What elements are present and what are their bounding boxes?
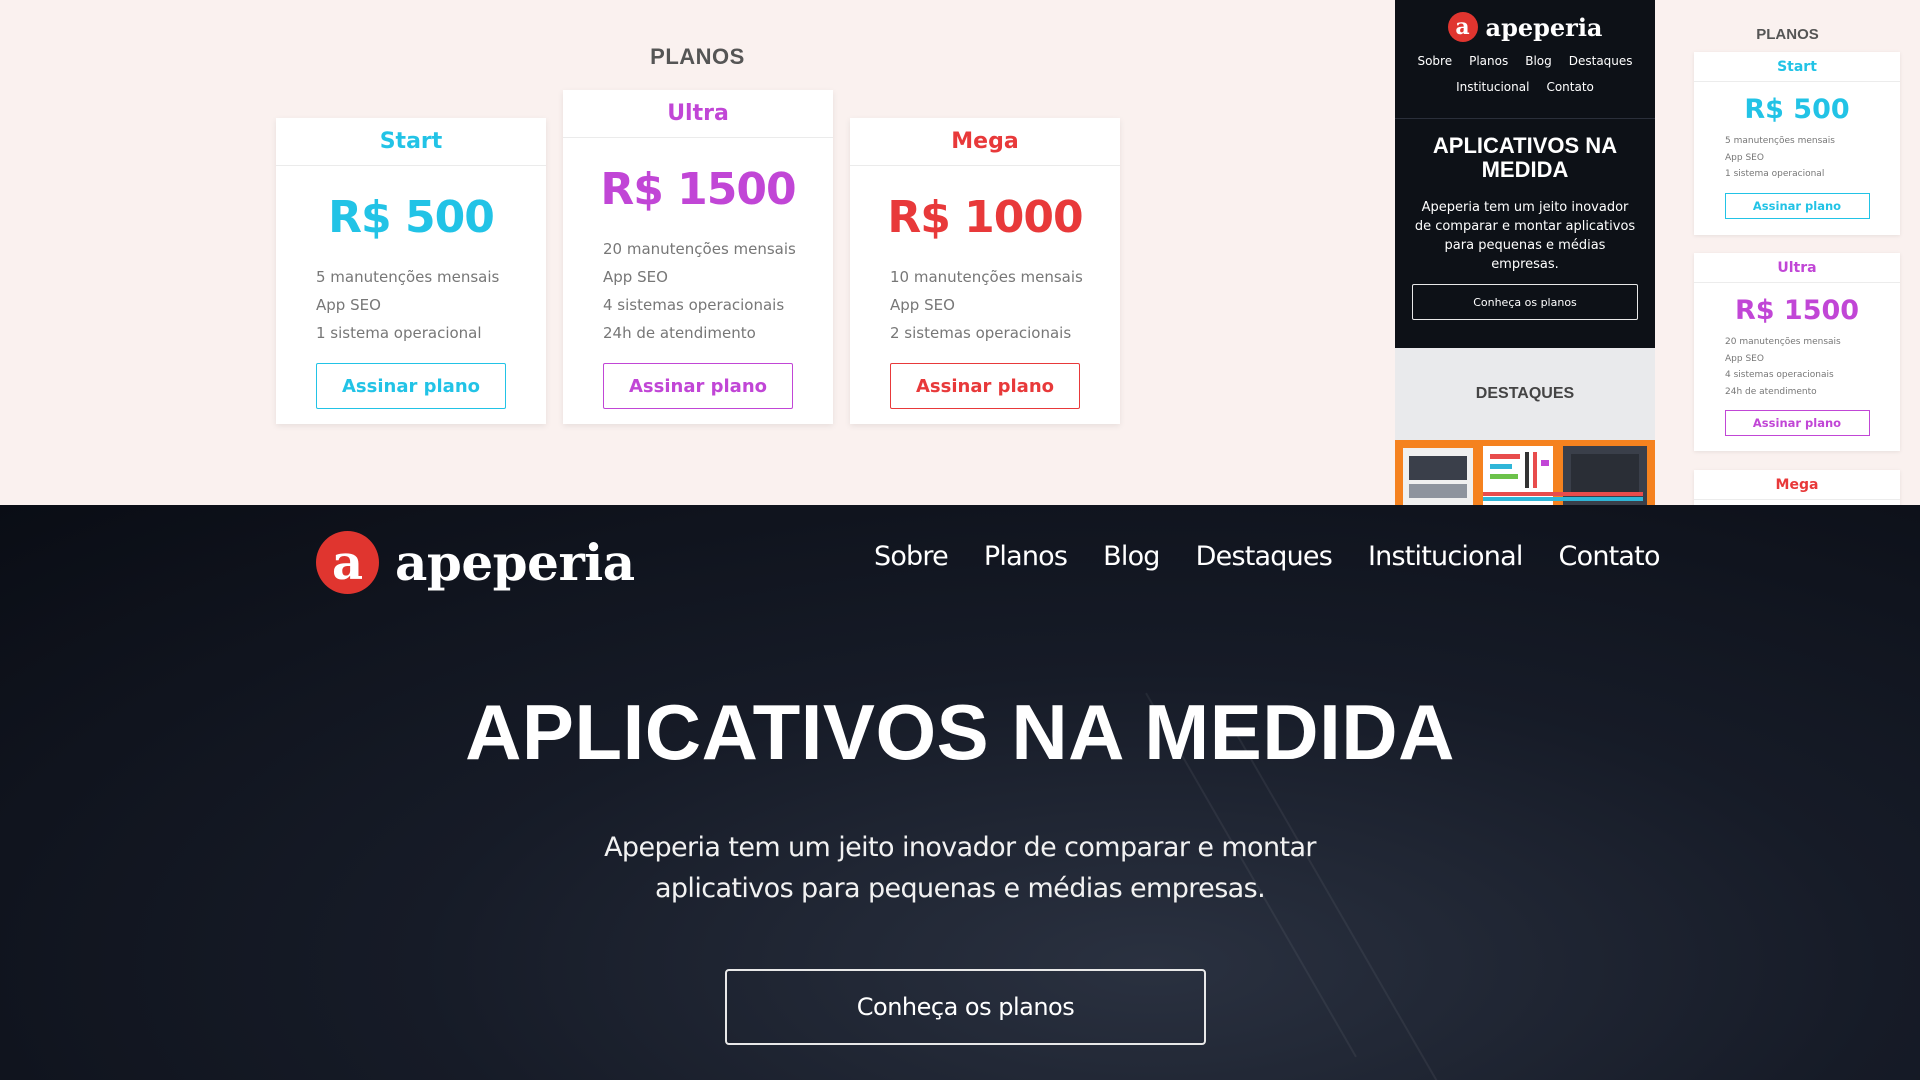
plan-card-start: Start R$ 500 5 manutenções mensais App S… bbox=[1694, 52, 1900, 235]
plan-price: R$ 1000 bbox=[887, 192, 1083, 243]
mobile-logo[interactable]: a apeperia bbox=[1395, 12, 1655, 42]
plan-price: R$ 1500 bbox=[600, 164, 796, 215]
mobile-pricing-preview: PLANOS Start R$ 500 5 manutenções mensai… bbox=[1655, 0, 1920, 505]
mobile-cta-button[interactable]: Conheça os planos bbox=[1412, 284, 1638, 320]
plan-name: Ultra bbox=[1694, 253, 1900, 283]
nav-item-sobre[interactable]: Sobre bbox=[874, 541, 949, 572]
subscribe-button-ultra[interactable]: Assinar plano bbox=[1724, 410, 1870, 436]
plan-features: 5 manutenções mensais App SEO 1 sistema … bbox=[1725, 133, 1900, 183]
subscribe-button-start[interactable]: Assinar plano bbox=[1724, 192, 1870, 219]
plan-name: Mega bbox=[850, 118, 1120, 166]
mobile-preview: a apeperia Sobre Planos Blog Destaques I… bbox=[1395, 0, 1655, 505]
nav-item-planos[interactable]: Planos bbox=[1469, 54, 1508, 68]
subscribe-button-mega[interactable]: Assinar plano bbox=[890, 363, 1080, 409]
plan-features: 20 manutenções mensais App SEO 4 sistema… bbox=[603, 235, 833, 347]
nav-item-contato[interactable]: Contato bbox=[1546, 80, 1593, 94]
mobile-headline: APLICATIVOS NA MEDIDA bbox=[1432, 133, 1618, 182]
nav-item-destaques[interactable]: Destaques bbox=[1196, 541, 1333, 572]
hero-subtitle-line: Apeperia tem um jeito inovador de compar… bbox=[604, 832, 1316, 863]
hero-section: a apeperia Sobre Planos Blog Destaques I… bbox=[0, 505, 1920, 1080]
plan-feature: 2 sistemas operacionais bbox=[890, 324, 1072, 342]
plan-features: 10 manutenções mensais App SEO 2 sistema… bbox=[890, 263, 1120, 347]
subscribe-button-ultra[interactable]: Assinar plano bbox=[603, 363, 793, 409]
pricing-title: PLANOS bbox=[1756, 26, 1819, 43]
destaques-desk-illustration bbox=[1395, 440, 1655, 505]
plan-feature: 4 sistemas operacionais bbox=[603, 296, 785, 314]
plan-name: Start bbox=[276, 118, 546, 166]
plan-price: R$ 500 bbox=[1744, 94, 1850, 125]
nav-item-blog[interactable]: Blog bbox=[1525, 54, 1552, 68]
logo-icon: a bbox=[1447, 12, 1478, 42]
plan-feature: 24h de atendimento bbox=[1725, 386, 1817, 397]
plan-feature: App SEO bbox=[316, 296, 381, 314]
plan-name: Start bbox=[1694, 52, 1900, 82]
plan-features: 20 manutenções mensais App SEO 4 sistema… bbox=[1725, 334, 1900, 400]
plan-feature: 20 manutenções mensais bbox=[1725, 337, 1841, 347]
pricing-section: PLANOS Start R$ 500 5 manutenções mensai… bbox=[0, 0, 1395, 505]
plan-card-mega: Mega R$ 1000 10 manutenções mensais App … bbox=[850, 118, 1120, 424]
main-nav: Sobre Planos Blog Destaques Instituciona… bbox=[874, 541, 1660, 572]
plan-features: 5 manutenções mensais App SEO 1 sistema … bbox=[316, 263, 546, 347]
plan-feature: App SEO bbox=[603, 268, 668, 286]
plan-price: R$ 1500 bbox=[1734, 295, 1860, 326]
plan-feature: 4 sistemas operacionais bbox=[1725, 370, 1834, 380]
plan-feature: 5 manutenções mensais bbox=[316, 268, 500, 286]
brand-name: apeperia bbox=[395, 533, 635, 592]
plan-feature: 1 sistema operacional bbox=[316, 324, 482, 342]
pricing-title: PLANOS bbox=[650, 44, 745, 69]
plan-feature: App SEO bbox=[1725, 353, 1764, 364]
nav-item-sobre[interactable]: Sobre bbox=[1417, 54, 1452, 68]
plan-feature: App SEO bbox=[1725, 152, 1764, 163]
hero-headline: APLICATIVOS NA MEDIDA bbox=[465, 688, 1455, 776]
mobile-nav: Sobre Planos Blog Destaques Instituciona… bbox=[1415, 54, 1635, 94]
nav-item-institucional[interactable]: Institucional bbox=[1456, 80, 1529, 94]
brand-name: apeperia bbox=[1485, 12, 1603, 42]
nav-item-institucional[interactable]: Institucional bbox=[1368, 541, 1523, 572]
hero-cta-button[interactable]: Conheça os planos bbox=[725, 969, 1206, 1045]
hero-subtitle-line: aplicativos para pequenas e médias empre… bbox=[654, 873, 1266, 904]
plan-price: R$ 500 bbox=[328, 192, 495, 243]
logo-icon: a bbox=[316, 531, 379, 594]
plan-card-mega: Mega bbox=[1694, 470, 1900, 505]
plan-feature: 24h de atendimento bbox=[603, 324, 756, 342]
nav-item-planos[interactable]: Planos bbox=[984, 541, 1068, 572]
hero-subtitle: Apeperia tem um jeito inovador de compar… bbox=[560, 827, 1360, 909]
plan-name: Ultra bbox=[563, 90, 833, 138]
mobile-subtitle: Apeperia tem um jeito inovador de compar… bbox=[1414, 200, 1636, 272]
plan-card-ultra: Ultra R$ 1500 20 manutenções mensais App… bbox=[1694, 253, 1900, 451]
nav-item-blog[interactable]: Blog bbox=[1103, 541, 1160, 572]
subscribe-button-start[interactable]: Assinar plano bbox=[316, 363, 506, 409]
plan-name: Mega bbox=[1694, 470, 1900, 500]
nav-item-contato[interactable]: Contato bbox=[1559, 541, 1661, 572]
plan-card-start: Start R$ 500 5 manutenções mensais App S… bbox=[276, 118, 546, 424]
plan-feature: 10 manutenções mensais bbox=[890, 268, 1083, 286]
site-logo[interactable]: a apeperia bbox=[316, 531, 635, 594]
plan-feature: 1 sistema operacional bbox=[1725, 169, 1825, 179]
plan-feature: 20 manutenções mensais bbox=[603, 240, 796, 258]
destaques-heading: DESTAQUES bbox=[1395, 348, 1655, 440]
nav-item-destaques[interactable]: Destaques bbox=[1569, 54, 1633, 68]
plan-feature: 5 manutenções mensais bbox=[1725, 136, 1835, 146]
divider bbox=[1395, 118, 1655, 119]
plan-feature: App SEO bbox=[890, 296, 955, 314]
plan-card-ultra: Ultra R$ 1500 20 manutenções mensais App… bbox=[563, 90, 833, 424]
